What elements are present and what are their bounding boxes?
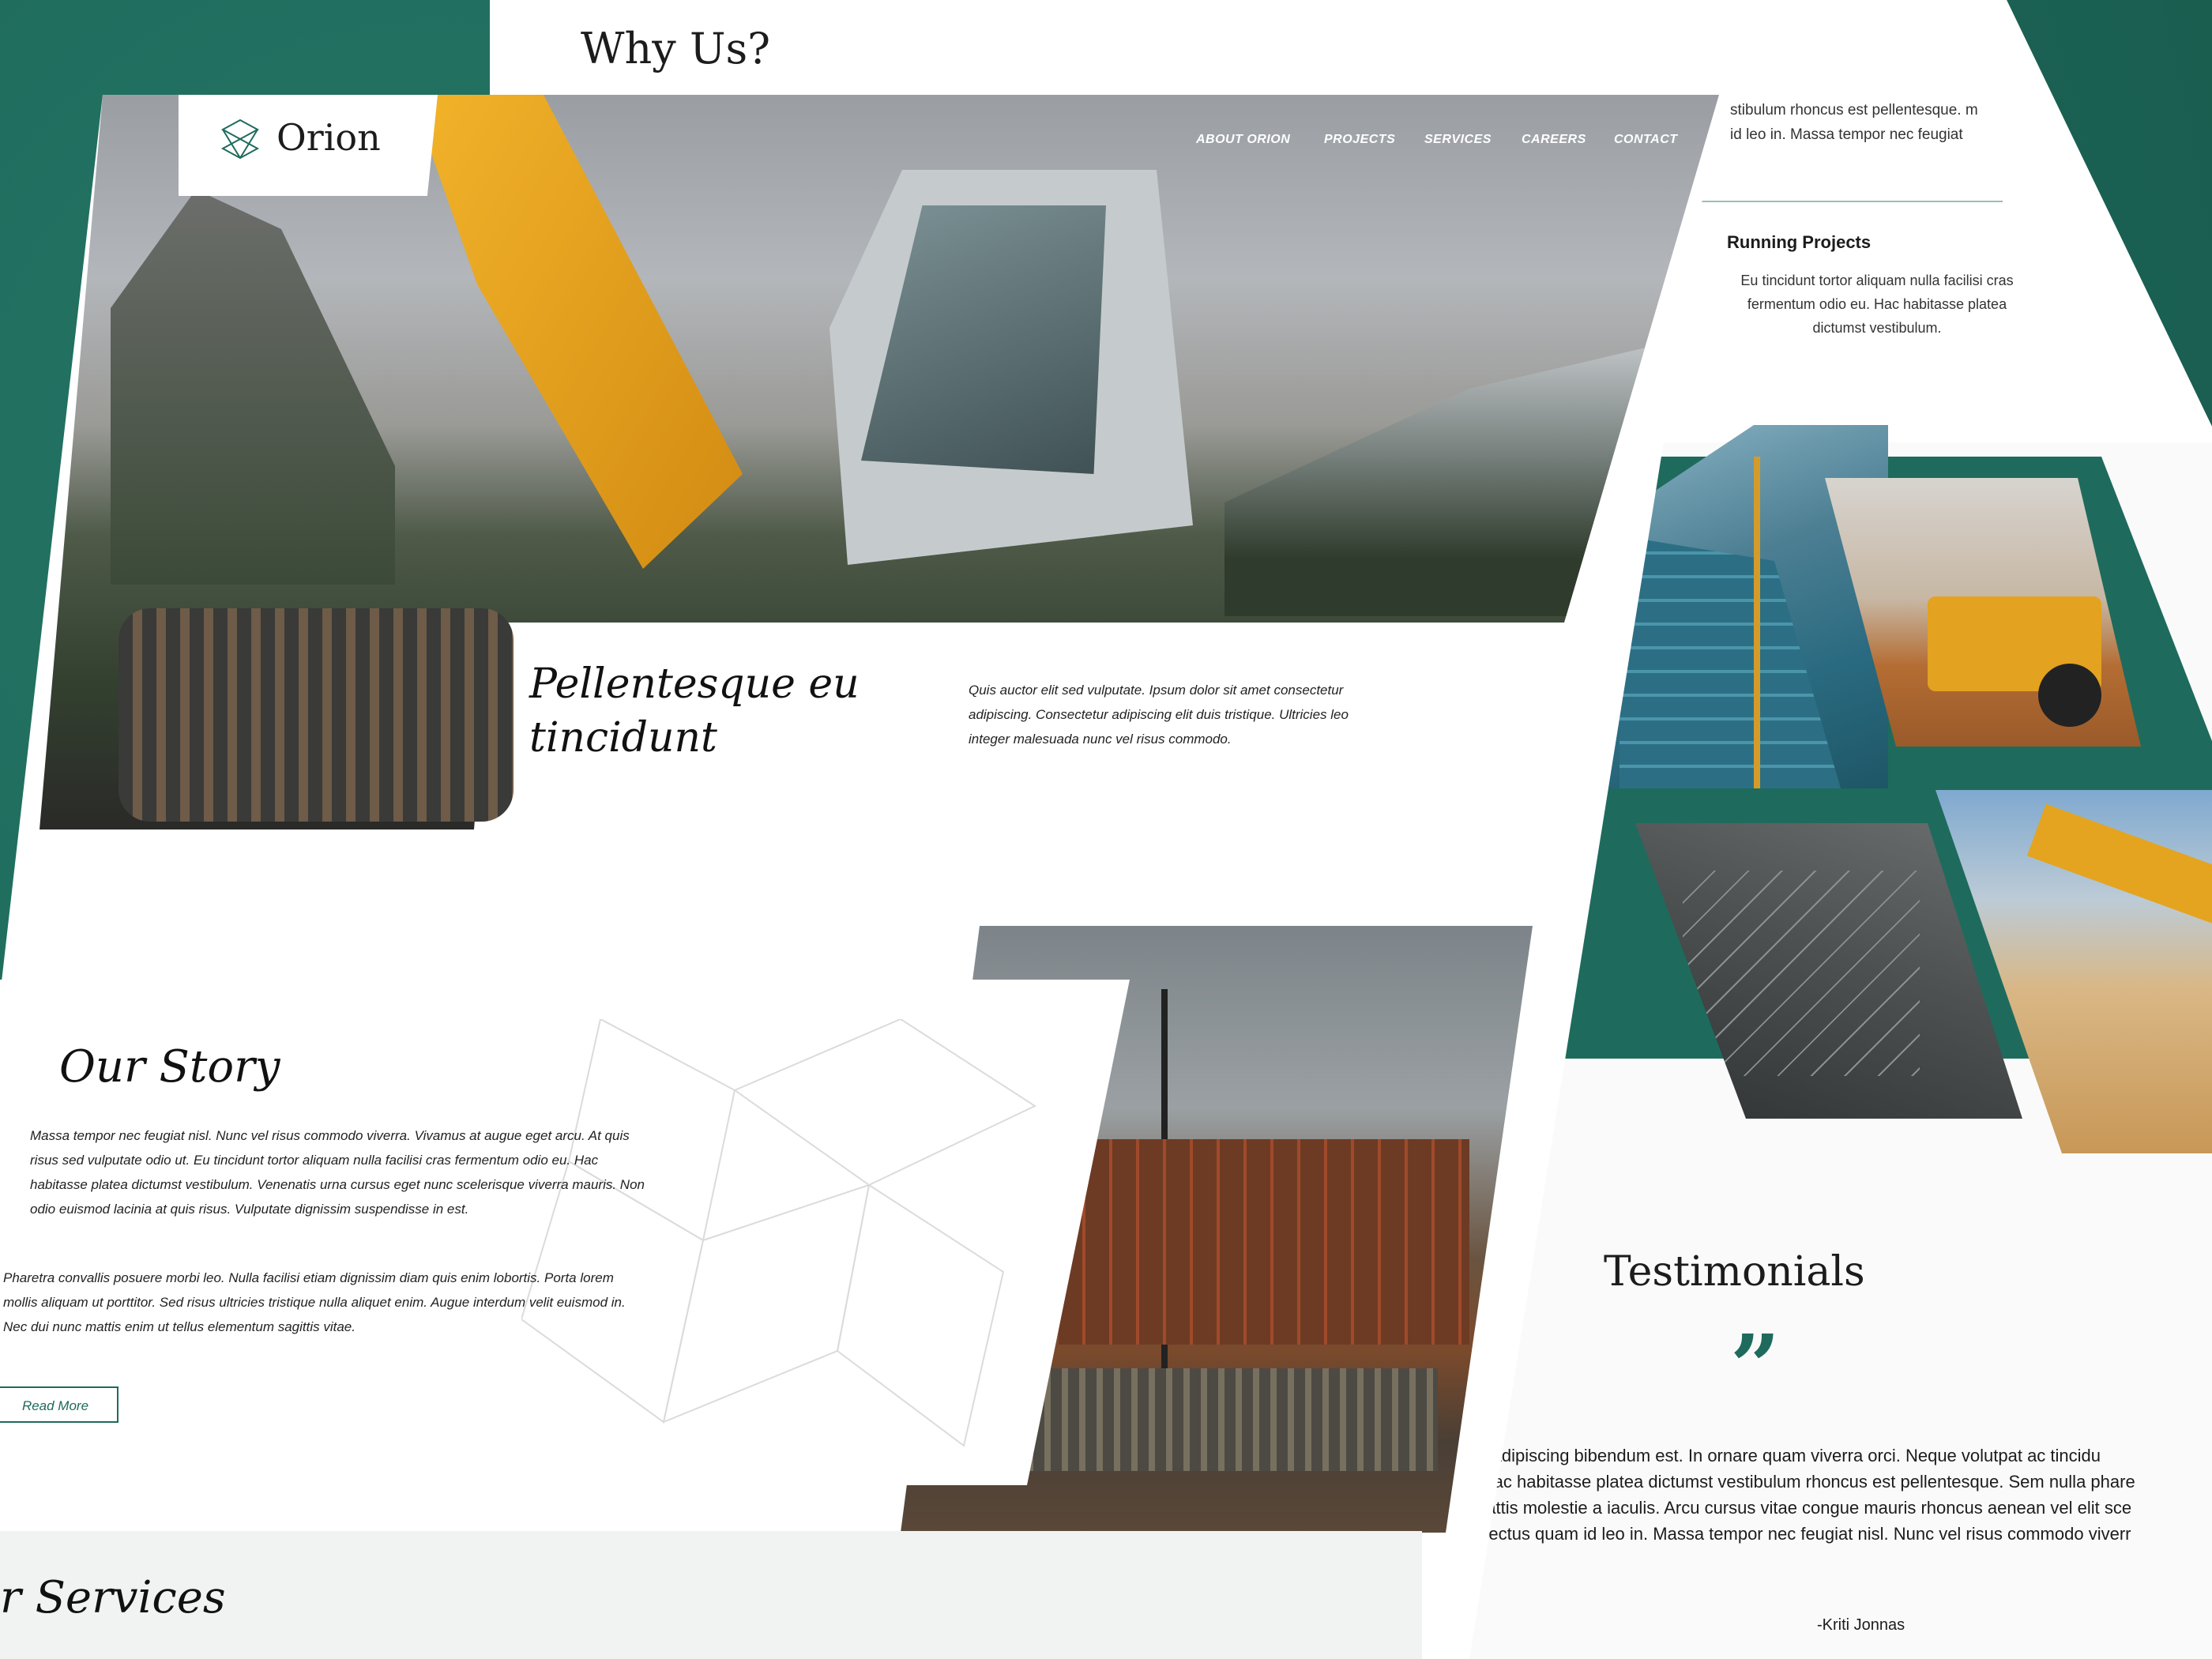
hexagon-pattern (521, 1019, 1037, 1447)
quote-icon: ” (1730, 1315, 1781, 1417)
nav-projects[interactable]: PROJECTS (1324, 133, 1395, 147)
nav-about[interactable]: ABOUT ORION (1196, 133, 1290, 147)
divider (1659, 201, 2003, 202)
running-projects-text: Eu tincidunt tortor aliquam nulla facili… (1740, 273, 2014, 336)
testimonial-text: nisl suscipit adipiscing bibendum est. I… (1398, 1443, 2212, 1547)
nav-services[interactable]: SERVICES (1424, 133, 1492, 147)
logo-icon (220, 118, 260, 160)
testimonial-line: pretium lectus quam id leo in. Massa tem… (1422, 1524, 2131, 1544)
running-projects-title: Running Projects (1727, 232, 1872, 252)
nav-contact[interactable]: CONTACT (1614, 133, 1678, 147)
why-us-text: stibulum rhoncus est pellentesque. m id … (1730, 102, 1978, 143)
testimonial-author: -Kriti Jonnas (1817, 1616, 1905, 1634)
testimonial-line: nisl suscipit adipiscing bibendum est. I… (1398, 1446, 2101, 1465)
our-story-title: Our Story (59, 1041, 280, 1093)
hero-text: Quis auctor elit sed vulputate. Ipsum do… (969, 683, 1349, 747)
story-paragraph-1: Massa tempor nec feugiat nisl. Nunc vel … (30, 1128, 645, 1217)
story-paragraph-2: Pharetra convallis posuere morbi leo. Nu… (3, 1270, 626, 1334)
testimonial-line: l. Cursus mattis molestie a iaculis. Arc… (1398, 1498, 2132, 1518)
brand-name: Orion (276, 116, 381, 159)
why-us-title: Why Us? (581, 24, 771, 73)
excavator-track (118, 608, 514, 822)
read-more-button[interactable]: Read More (0, 1386, 118, 1423)
services-title: r Services (0, 1572, 226, 1623)
hero-title: Pellentesque eu tincidunt (529, 660, 860, 762)
nav-careers[interactable]: CAREERS (1522, 133, 1586, 147)
testimonials-title: Testimonials (1604, 1248, 1865, 1296)
testimonial-line: s. Tellus in hac habitasse platea dictum… (1398, 1472, 2135, 1492)
